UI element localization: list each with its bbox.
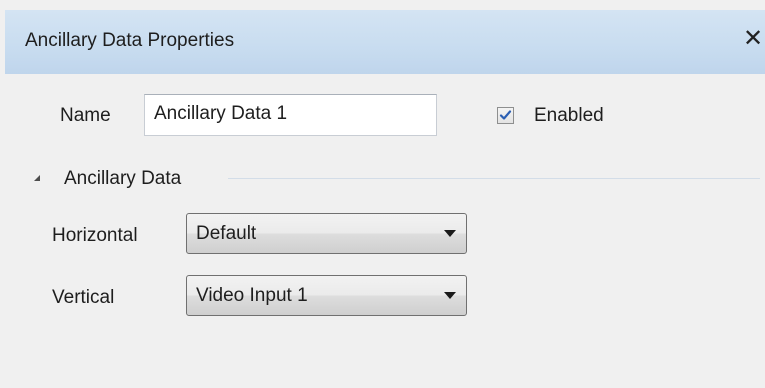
section-divider (228, 178, 760, 179)
name-field[interactable]: Ancillary Data 1 (144, 94, 437, 136)
vertical-dropdown[interactable]: Video Input 1 (186, 275, 467, 316)
close-icon[interactable]: ✕ (741, 24, 765, 54)
properties-panel: Ancillary Data Properties ✕ Name Ancilla… (0, 0, 765, 388)
panel-title: Ancillary Data Properties (25, 30, 235, 51)
horizontal-selected-value: Default (196, 223, 257, 244)
name-label: Name (60, 105, 111, 126)
checkmark-icon (499, 110, 512, 120)
chevron-down-icon (444, 292, 456, 299)
enabled-label: Enabled (534, 105, 604, 126)
triangle-expanded-icon[interactable] (34, 175, 40, 181)
chevron-down-icon (444, 230, 456, 237)
title-bar: Ancillary Data Properties ✕ (5, 10, 765, 74)
vertical-selected-value: Video Input 1 (196, 285, 308, 306)
horizontal-label: Horizontal (52, 225, 138, 246)
vertical-label: Vertical (52, 287, 115, 308)
horizontal-dropdown[interactable]: Default (186, 213, 467, 254)
section-title: Ancillary Data (64, 168, 182, 189)
ancillary-data-section-header[interactable]: Ancillary Data (30, 166, 760, 194)
enabled-checkbox[interactable] (497, 107, 514, 124)
